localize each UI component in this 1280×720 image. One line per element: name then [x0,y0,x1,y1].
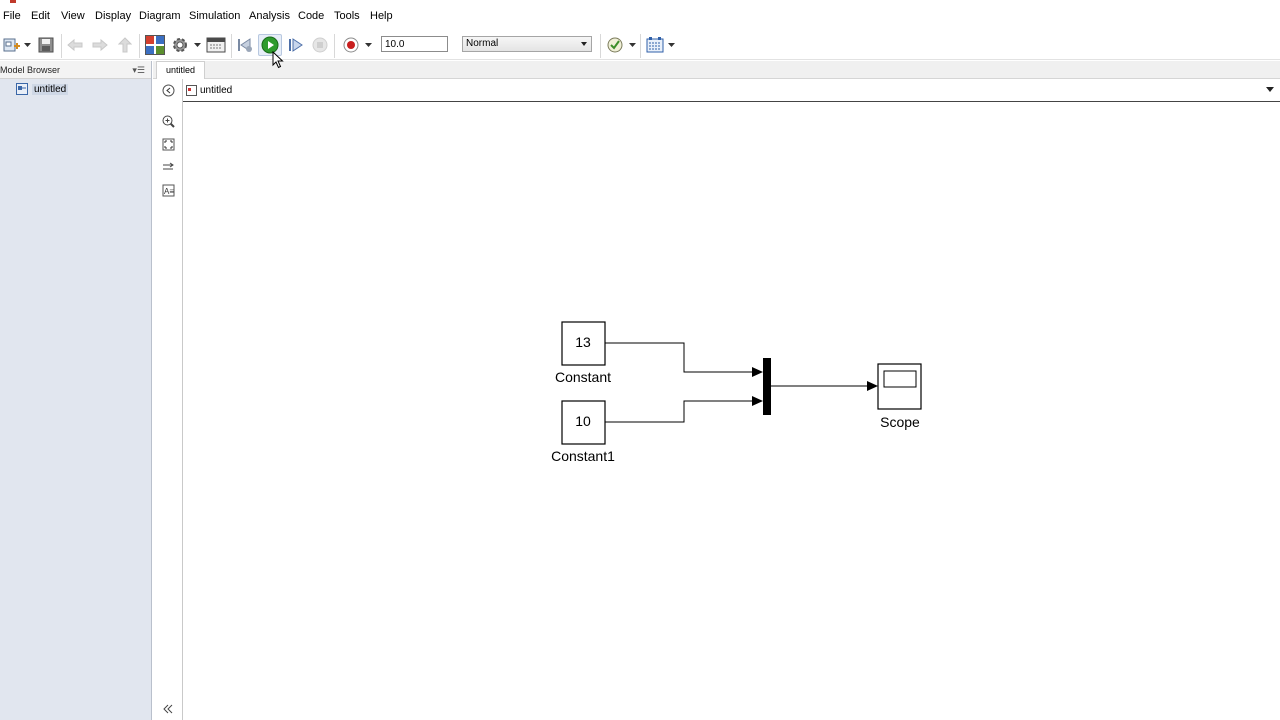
model-settings-button[interactable] [170,34,190,56]
model-browser-title: Model Browser [0,65,61,75]
toolbar-separator [600,34,601,58]
tree-item-untitled[interactable]: untitled [16,82,69,96]
menu-code[interactable]: Code [298,10,324,22]
toolbar-separator [640,34,641,58]
model-icon [16,83,28,95]
model-settings-icon [173,38,187,52]
toolbar-separator [334,34,335,58]
constant-value: 13 [575,334,591,350]
model-advisor-icon [607,37,623,53]
toolbar-separator [61,34,62,58]
diagram-palette: A≡ [153,79,183,720]
record-button[interactable] [341,34,361,56]
menu-bar: File Edit View Display Diagram Simulatio… [0,0,1280,30]
build-button[interactable] [644,34,666,56]
new-model-icon [3,38,20,52]
mux-block[interactable] [763,358,771,415]
back-button[interactable] [66,34,84,56]
hide-show-browser-icon[interactable] [162,84,175,97]
up-icon [118,37,132,53]
menu-help[interactable]: Help [370,10,393,22]
model-browser-header: Model Browser ▾☰ [0,61,151,79]
simulink-window: File Edit View Display Diagram Simulatio… [0,0,1280,720]
block-diagram: 13 Constant 10 Constant1 Scope [551,321,922,464]
menu-simulation[interactable]: Simulation [189,10,240,22]
signal-line-2[interactable] [605,400,756,423]
settings-caret-icon[interactable] [194,42,201,48]
menu-display[interactable]: Display [95,10,131,22]
scope-block[interactable]: Scope [877,363,922,430]
forward-icon [92,38,108,52]
stop-time-input[interactable] [381,36,448,52]
stop-icon [312,37,328,53]
scope-name[interactable]: Scope [880,414,920,430]
arrow-icon[interactable] [162,161,175,174]
constant-block[interactable]: 13 Constant [555,321,611,385]
new-model-button[interactable] [2,34,22,56]
menu-analysis[interactable]: Analysis [249,10,290,22]
arrowhead [867,381,878,391]
build-caret-icon[interactable] [668,42,675,48]
chevron-down-icon [581,42,587,46]
browser-menu-icon[interactable]: ▾☰ [132,65,145,76]
build-icon [646,37,664,53]
fit-to-view-icon[interactable] [162,138,175,151]
stop-button[interactable] [310,34,330,56]
toolbar [0,30,1280,60]
constant1-value: 10 [575,413,591,429]
step-forward-button[interactable] [285,34,305,56]
menu-diagram[interactable]: Diagram [139,10,181,22]
editor-tab-strip: untitled [153,61,1280,79]
toolbar-separator [139,34,140,58]
model-advisor-button[interactable] [605,34,625,56]
svg-text:A≡: A≡ [164,187,174,196]
signal-line-1[interactable] [605,342,756,373]
back-icon [67,38,83,52]
zoom-icon[interactable] [162,115,175,128]
diagram-canvas[interactable]: 13 Constant 10 Constant1 Scope [184,103,1280,720]
tree-item-label: untitled [32,83,69,95]
constant1-block[interactable]: 10 Constant1 [551,400,615,464]
save-button[interactable] [36,34,56,56]
chevron-down-icon[interactable] [1266,87,1274,92]
forward-button[interactable] [91,34,109,56]
breadcrumb[interactable]: untitled [200,85,232,96]
new-model-caret-icon[interactable] [24,42,31,48]
save-icon [38,37,54,53]
library-browser-icon [145,35,165,55]
model-browser: Model Browser ▾☰ untitled [0,61,152,720]
constant1-name[interactable]: Constant1 [551,448,615,464]
model-explorer-icon [206,37,226,53]
model-explorer-button[interactable] [205,34,227,56]
simulation-mode-value: Normal [466,38,499,49]
simulation-mode-select[interactable]: Normal [462,36,592,52]
advisor-caret-icon[interactable] [629,42,636,48]
collapse-left-icon[interactable] [162,704,174,714]
step-forward-icon [289,38,303,52]
tab-untitled[interactable]: untitled [156,61,206,79]
arrowhead [752,367,763,377]
menu-file[interactable]: File [3,10,21,22]
window-icon-fragment [10,0,16,3]
menu-tools[interactable]: Tools [334,10,360,22]
mouse-cursor-icon [272,51,284,69]
annotation-icon[interactable]: A≡ [162,184,175,197]
menu-edit[interactable]: Edit [31,10,50,22]
record-caret-icon[interactable] [365,42,372,48]
arrowhead [752,396,763,406]
toolbar-separator [231,34,232,58]
address-bar: untitled [183,79,1280,102]
step-back-button[interactable] [235,34,255,56]
constant-name[interactable]: Constant [555,369,611,385]
library-browser-button[interactable] [144,34,166,56]
step-back-icon [238,38,252,52]
model-icon [186,85,197,96]
record-icon [343,37,359,53]
menu-view[interactable]: View [61,10,85,22]
up-button[interactable] [117,34,133,56]
